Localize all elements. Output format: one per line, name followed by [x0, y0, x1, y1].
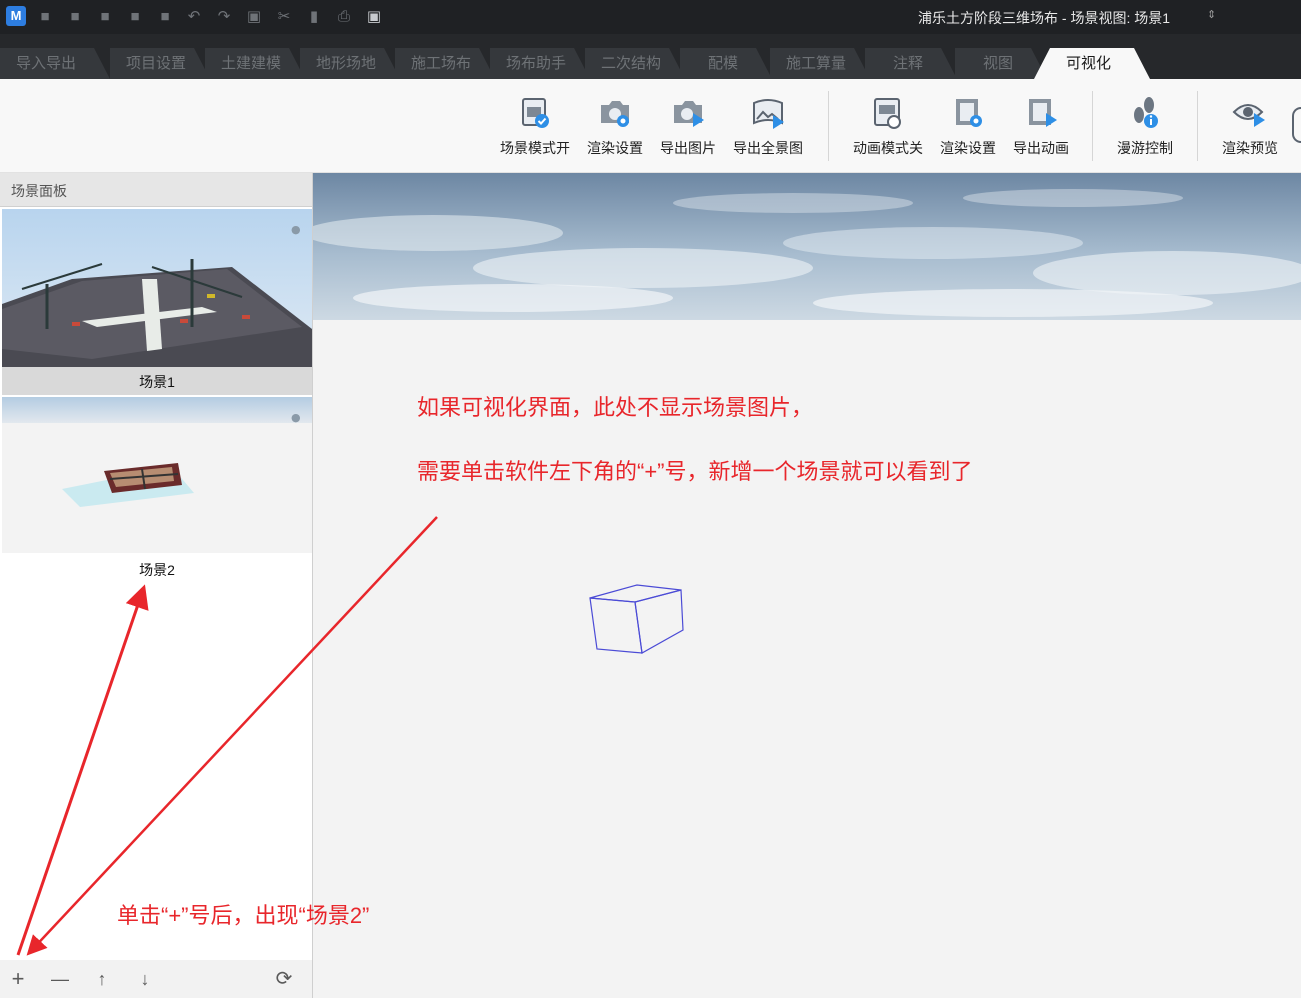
render-preview-icon [1232, 104, 1265, 127]
animation-render-settings-icon [956, 99, 982, 127]
roam-control-icon [1134, 97, 1158, 128]
redo-icon[interactable]: ↷ [215, 8, 233, 26]
scene-2-label: 场景2 [139, 562, 175, 578]
export-image-button[interactable]: 导出图片 [655, 93, 721, 165]
scene-card-2[interactable]: ● 场景2 [2, 397, 312, 587]
undo-icon[interactable]: ↶ [185, 8, 203, 26]
roam-control-label: 漫游控制 [1117, 140, 1173, 156]
scene-2-thumbnail: ● [2, 397, 312, 553]
annotation-note-2: 需要单击软件左下角的“+”号，新增一个场景就可以看到了 [417, 459, 973, 484]
scene-card-1[interactable]: ● 场景1 [2, 209, 312, 395]
tab-view[interactable]: 视图 [955, 48, 1047, 79]
add-scene-button[interactable]: + [6, 967, 30, 991]
animation-mode-label: 动画模式关 [853, 140, 923, 156]
tab-visualization[interactable]: 可视化 [1034, 48, 1150, 79]
view-cube-icon[interactable] [585, 578, 685, 658]
tab-annotation[interactable]: 注释 [865, 48, 957, 79]
svg-text:●: ● [291, 411, 301, 424]
new-file-icon[interactable]: ■ [36, 8, 54, 26]
scene-1-label: 场景1 [139, 374, 175, 390]
window-title: 浦乐土方阶段三维场布 - 场景视图: 场景1 [918, 10, 1171, 26]
refresh-scene-button[interactable]: ⟳ [272, 967, 296, 991]
animation-render-settings-label: 渲染设置 [940, 140, 996, 156]
scene-mode-label: 场景模式开 [500, 140, 570, 156]
render-settings-label: 渲染设置 [587, 140, 643, 156]
tab-secondary-structure[interactable]: 二次结构 [585, 48, 685, 79]
tab-layout-assistant[interactable]: 场布助手 [490, 48, 590, 79]
render-settings-button[interactable]: 渲染设置 [582, 93, 648, 165]
export-panorama-icon [753, 99, 784, 129]
ribbon-separator [828, 91, 829, 161]
render-settings-icon [601, 101, 629, 127]
export-animation-icon [1029, 99, 1057, 127]
tab-quantity[interactable]: 施工算量 [770, 48, 870, 79]
tab-formwork[interactable]: 配模 [680, 48, 772, 79]
render-preview-button[interactable]: 渲染预览 [1215, 93, 1285, 165]
scene-panel: 场景面板 ● 场景1 ● 场景2 + — ↑ ↓ ⟳ [0, 173, 313, 998]
ribbon-separator [1197, 91, 1198, 161]
scene-panel-toolbar: + — ↑ ↓ ⟳ [0, 960, 312, 998]
ribbon-overflow-icon[interactable] [1292, 107, 1301, 143]
open-file-icon[interactable]: ■ [66, 8, 84, 26]
tab-civil-modeling[interactable]: 土建建模 [205, 48, 305, 79]
select-icon[interactable]: ▣ [245, 8, 263, 26]
render-preview-label: 渲染预览 [1222, 140, 1278, 156]
ribbon-separator [1092, 91, 1093, 161]
annotation-note-3: 单击“+”号后，出现“场景2” [117, 903, 370, 928]
roam-control-button[interactable]: 漫游控制 [1110, 93, 1180, 165]
animation-mode-button[interactable]: 动画模式关 [848, 93, 928, 165]
cube-icon[interactable]: ▣ [365, 8, 383, 26]
app-logo-icon[interactable]: M [6, 6, 26, 26]
animation-mode-icon [874, 98, 901, 129]
paste-icon[interactable]: ▮ [305, 8, 323, 26]
ribbon-tab-bar: 导入导出 项目设置 土建建模 地形场地 施工场布 场布助手 二次结构 配模 施工… [0, 34, 1301, 79]
print-icon[interactable]: ⎙ [335, 8, 353, 26]
scene-mode-button[interactable]: 场景模式开 [496, 93, 574, 165]
export-panorama-label: 导出全景图 [733, 140, 803, 156]
scene-1-thumbnail: ● [2, 209, 312, 367]
tab-site-layout[interactable]: 施工场布 [395, 48, 495, 79]
scene-viewport[interactable] [313, 173, 1301, 998]
tab-project-settings[interactable]: 项目设置 [110, 48, 210, 79]
remove-scene-button[interactable]: — [48, 967, 72, 991]
export-image-icon [674, 101, 704, 127]
svg-text:●: ● [291, 223, 301, 236]
export-animation-label: 导出动画 [1013, 140, 1069, 156]
export-animation-button[interactable]: 导出动画 [1008, 93, 1074, 165]
save-icon[interactable]: ■ [96, 8, 114, 26]
export-panorama-button[interactable]: 导出全景图 [728, 93, 808, 165]
animation-render-settings-button[interactable]: 渲染设置 [935, 93, 1001, 165]
scene-mode-icon [522, 98, 549, 128]
annotation-note-1: 如果可视化界面，此处不显示场景图片， [417, 395, 814, 420]
cut-icon[interactable]: ✂ [275, 8, 293, 26]
move-scene-up-button[interactable]: ↑ [90, 967, 114, 991]
move-scene-down-button[interactable]: ↓ [133, 967, 157, 991]
save-as-icon[interactable]: ■ [126, 8, 144, 26]
title-bar: M ■ ■ ■ ■ ■ ↶ ↷ ▣ ✂ ▮ ⎙ ▣ 浦乐土方阶段三维场布 - 场… [0, 0, 1301, 34]
sky-backdrop [313, 173, 1301, 320]
title-dropdown-icon[interactable]: ⇕ [1207, 8, 1216, 21]
scene-panel-title: 场景面板 [0, 173, 312, 207]
copy-doc-icon[interactable]: ■ [156, 8, 174, 26]
ribbon-panel: 场景模式开 渲染设置 导出图片 导出全景图 动画模式关 渲染设置 导出动画 漫游… [0, 79, 1301, 173]
tab-terrain-site[interactable]: 地形场地 [300, 48, 400, 79]
tab-import-export[interactable]: 导入导出 [0, 48, 110, 79]
export-image-label: 导出图片 [660, 140, 716, 156]
